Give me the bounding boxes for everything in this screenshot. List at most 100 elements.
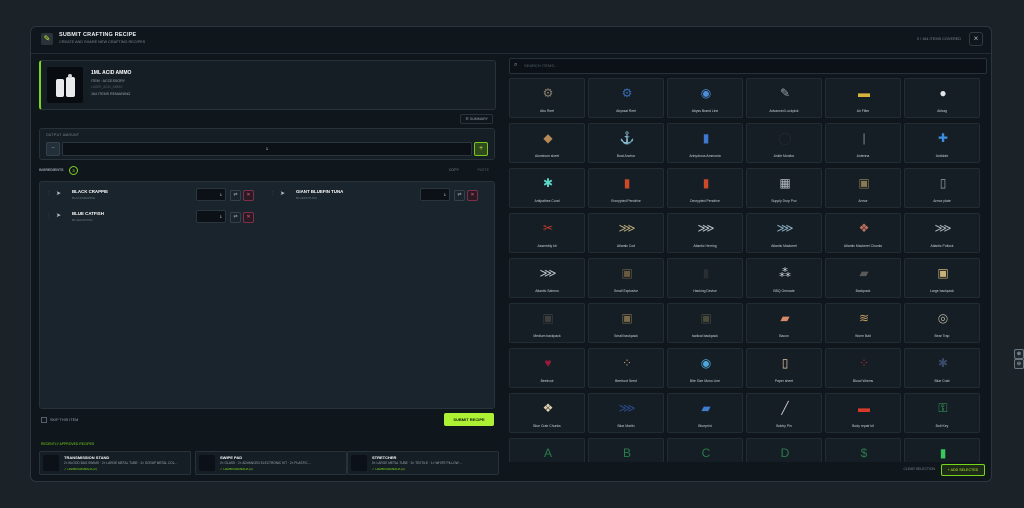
item-tile[interactable]: ╱ Bobby Pin [746, 393, 822, 433]
submit-recipe-button[interactable]: SUBMIT RECIPE [444, 413, 494, 426]
item-tile[interactable]: ⁂ BBQ Grenade [746, 258, 822, 298]
modal-header: ✎ SUBMIT CRAFTING RECIPE CREATE AND SHAR… [31, 27, 991, 54]
item-tile[interactable]: ▰ Backpack [825, 258, 901, 298]
item-tile[interactable]: ◉ Bite Size Mono Line [667, 348, 743, 388]
zoom-out-icon[interactable]: ⊖ [1014, 359, 1024, 369]
item-tile[interactable]: ▮ Encrypted Pendrive [588, 168, 664, 208]
item-tile[interactable]: ⋙ Blue Marlin [588, 393, 664, 433]
item-label: Abyssal Reel [616, 109, 636, 113]
item-tile[interactable]: ◯ Ankle Monitor [746, 123, 822, 163]
swap-icon[interactable]: ⇄ [454, 190, 465, 201]
item-tile[interactable]: ◆ Aluminum sheet [509, 123, 585, 163]
item-tile[interactable]: ✱ Blue Crab [904, 348, 980, 388]
decrement-button[interactable]: − [46, 142, 60, 156]
item-tile[interactable]: ⚿ Bolt Key [904, 393, 980, 433]
item-label: Large backpack [930, 289, 954, 293]
copy-button[interactable]: COPY [449, 168, 459, 172]
item-tile[interactable]: ⋙ Atlantic Pollock [904, 213, 980, 253]
item-tile[interactable]: ✚ Antidote [904, 123, 980, 163]
item-icon: ⋙ [697, 221, 715, 235]
summary-button[interactable]: ☰ SUMMARY [460, 114, 493, 124]
item-tile[interactable]: C [667, 438, 743, 462]
item-tile[interactable]: A [509, 438, 585, 462]
search-box[interactable]: ⌕ SEARCH ITEMS... [509, 58, 987, 74]
item-tile[interactable]: ❖ Blue Crab Chunks [509, 393, 585, 433]
item-tile[interactable]: $ [825, 438, 901, 462]
ingredient-qty-input[interactable]: 1 [420, 188, 450, 201]
item-tile[interactable]: ▬ Air Filter [825, 78, 901, 118]
item-tile[interactable]: ▰ Blueprint [667, 393, 743, 433]
item-tile[interactable]: ▮ Anhydrous Ammonia [667, 123, 743, 163]
item-icon: ▬ [858, 401, 870, 415]
swap-icon[interactable]: ⇄ [230, 212, 241, 223]
item-icon: ◯ [778, 131, 792, 145]
item-tile[interactable]: ◎ Bear Trap [904, 303, 980, 343]
item-browser: ⌕ SEARCH ITEMS... ⚙ Abu Reel ⚙ Abyssal Reel… [509, 58, 989, 476]
item-tile[interactable]: ▦ Supply Drop Pox [746, 168, 822, 208]
item-tile[interactable]: ▰ Bacon [746, 303, 822, 343]
zoom-in-icon[interactable]: ⊕ [1014, 349, 1024, 359]
item-tile[interactable]: ⁘ Blood Worms [825, 348, 901, 388]
item-tile[interactable]: ◉ Abyss Brand Line [667, 78, 743, 118]
trash-icon[interactable]: ✕ [243, 212, 254, 223]
item-tile[interactable]: ▯ Armor plate [904, 168, 980, 208]
item-tile[interactable]: ♥ Beetroot [509, 348, 585, 388]
drag-handle-icon[interactable]: ⋮ [270, 191, 275, 197]
item-tile[interactable]: ⁘ Beetroot Seed [588, 348, 664, 388]
clear-selection-button[interactable]: CLEAR SELECTION [904, 467, 935, 471]
ingredient-row: ⋮ ➤ BLUE CATFISH BLUECATFISH 1 ⇄ ✕ [44, 208, 262, 226]
item-tile[interactable]: ▣ Small backpack [588, 303, 664, 343]
item-tile[interactable]: ▮ Hacking Device [667, 258, 743, 298]
output-amount-input[interactable]: 1 [62, 142, 472, 156]
item-tile[interactable]: ⚓ Boat Anchor [588, 123, 664, 163]
recent-recipe-card[interactable]: TRANSMISSION STAND 2× BLOOD BAG SWIMS · … [39, 451, 191, 475]
item-tile[interactable]: ▯ Paper sheet [746, 348, 822, 388]
item-tile[interactable]: ▮ Decrypted Pendrive [667, 168, 743, 208]
item-tile[interactable]: ▣ Large backpack [904, 258, 980, 298]
item-tile[interactable]: ▬ Body repair kit [825, 393, 901, 433]
trash-icon[interactable]: ✕ [243, 190, 254, 201]
item-tile[interactable]: ⚙ Abu Reel [509, 78, 585, 118]
item-tile[interactable]: ✂ Assembly kit [509, 213, 585, 253]
checkbox-icon [41, 417, 47, 423]
item-tile[interactable]: ● Airbag [904, 78, 980, 118]
skip-item-checkbox[interactable]: SKIP THIS ITEM [41, 417, 78, 423]
swap-icon[interactable]: ⇄ [230, 190, 241, 201]
drag-handle-icon[interactable]: ⋮ [46, 191, 51, 197]
item-tile[interactable]: ✱ Antipathes Coral [509, 168, 585, 208]
item-icon: ✂ [542, 221, 554, 235]
search-input[interactable]: SEARCH ITEMS... [524, 63, 557, 68]
item-tile[interactable]: ⋙ Atlantic Herring [667, 213, 743, 253]
add-selected-button[interactable]: + ADD SELECTED [941, 464, 985, 476]
item-tile[interactable]: ≋ Worm Bait [825, 303, 901, 343]
hammer-icon: ✎ [41, 33, 53, 45]
ingredient-qty-input[interactable]: 1 [196, 188, 226, 201]
item-tile[interactable]: ▮ [904, 438, 980, 462]
item-tile[interactable]: | Antenna [825, 123, 901, 163]
trash-icon[interactable]: ✕ [467, 190, 478, 201]
item-tile[interactable]: ▣ Small Explosive [588, 258, 664, 298]
item-label: Worm Bait [855, 334, 871, 338]
item-icon: ⚿ [938, 401, 948, 415]
item-tile[interactable]: ▣ tactical backpack [667, 303, 743, 343]
item-tile[interactable]: ❖ Atlantic Mackerel Chunks [825, 213, 901, 253]
item-tile[interactable]: ⋙ Atlantic Mackerel [746, 213, 822, 253]
ingredient-qty-input[interactable]: 1 [196, 210, 226, 223]
item-tile[interactable]: ⋙ Atlantic Salmon [509, 258, 585, 298]
item-tile[interactable]: ✎ Advanced Lockpick [746, 78, 822, 118]
item-tile[interactable]: ⋙ Atlantic Cod [588, 213, 664, 253]
recipe-editor: 1ML ACID AMMO ITEM · ACCESSORY LASER_ACI… [39, 60, 499, 475]
item-icon: ⁘ [858, 356, 870, 370]
paste-button[interactable]: PASTE [477, 168, 489, 172]
recent-recipe-card[interactable]: STRETCHER 5× LARGE METAL TUBE · 3× TEXTI… [347, 451, 499, 475]
close-button[interactable]: × [969, 32, 983, 46]
drag-handle-icon[interactable]: ⋮ [46, 213, 51, 219]
increment-button[interactable]: + [474, 142, 488, 156]
item-tile[interactable]: D [746, 438, 822, 462]
item-tile[interactable]: B [588, 438, 664, 462]
item-tile[interactable]: ⚙ Abyssal Reel [588, 78, 664, 118]
item-tile[interactable]: ▣ Medium backpack [509, 303, 585, 343]
item-tile[interactable]: ▣ Armor [825, 168, 901, 208]
item-label: Hacking Device [693, 289, 717, 293]
recent-recipe-card[interactable]: SWIPE PAD 2× GLASS · 2× ADVANCED ELECTRO… [195, 451, 347, 475]
